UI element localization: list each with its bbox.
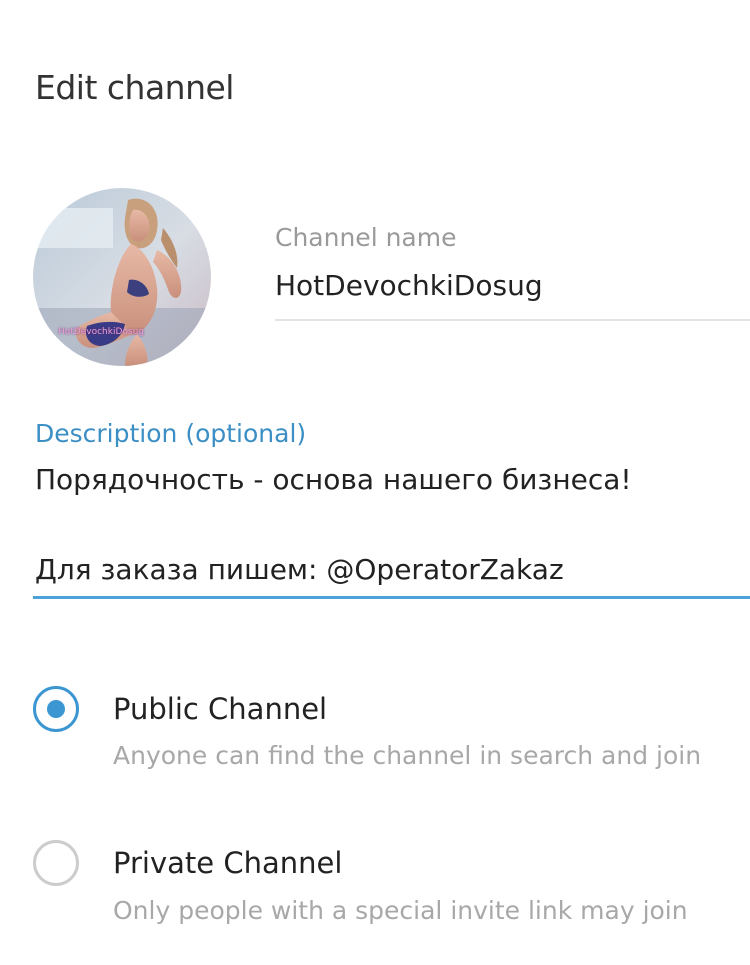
public-channel-description: Anyone can find the channel in search an… <box>113 741 702 770</box>
description-input-line-2[interactable]: Для заказа пишем: @OperatorZakaz <box>35 552 564 588</box>
public-channel-title[interactable]: Public Channel <box>113 690 327 728</box>
private-channel-radio[interactable] <box>33 840 79 886</box>
avatar-photo <box>33 188 211 366</box>
channel-avatar[interactable] <box>33 188 211 366</box>
private-channel-title[interactable]: Private Channel <box>113 844 342 882</box>
channel-name-underline <box>275 319 750 321</box>
channel-name-input[interactable]: HotDevochkiDosug <box>275 268 543 304</box>
description-underline <box>33 596 750 599</box>
description-input-line-1[interactable]: Порядочность - основа нашего бизнеса! <box>35 462 632 498</box>
avatar-watermark: HotDevochkiDosug <box>58 327 145 337</box>
radio-selected-dot <box>47 700 65 718</box>
description-label: Description (optional) <box>35 419 307 448</box>
private-channel-description: Only people with a special invite link m… <box>113 896 688 925</box>
public-channel-radio[interactable] <box>33 686 79 732</box>
channel-name-label: Channel name <box>275 223 457 252</box>
page-title: Edit channel <box>35 68 234 107</box>
